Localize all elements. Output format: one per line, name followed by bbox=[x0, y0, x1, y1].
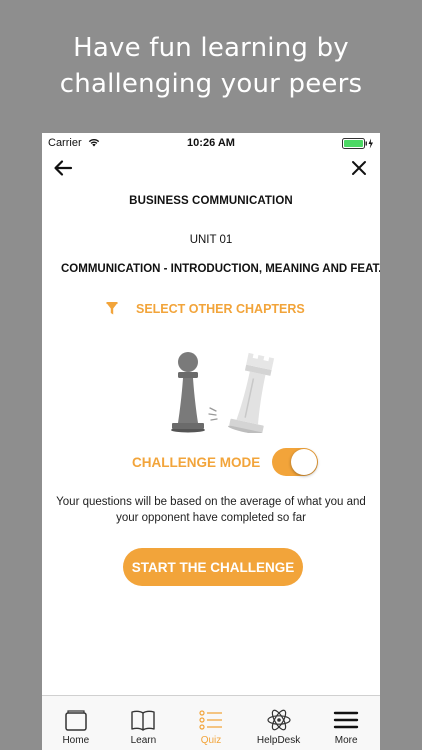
tab-bar: Home Learn Quiz HelpDesk More bbox=[42, 695, 380, 750]
tab-home[interactable]: Home bbox=[42, 696, 110, 750]
impact-lines bbox=[208, 407, 218, 421]
challenge-description: Your questions will be based on the aver… bbox=[56, 496, 366, 524]
phone-screen: Carrier 10:26 AM BUSINESS COMMUNICATION … bbox=[42, 133, 380, 750]
home-icon bbox=[65, 710, 87, 731]
chapter-title: COMMUNICATION - INTRODUCTION, MEANING AN… bbox=[61, 263, 380, 275]
challenge-mode-label: CHALLENGE MODE bbox=[132, 454, 261, 470]
start-challenge-button[interactable]: START THE CHALLENGE bbox=[123, 548, 303, 586]
tab-more-label: More bbox=[334, 735, 358, 746]
tab-quiz[interactable]: Quiz bbox=[177, 696, 245, 750]
atom-icon bbox=[266, 709, 291, 731]
close-icon[interactable] bbox=[348, 157, 370, 179]
challenge-mode-toggle[interactable] bbox=[272, 448, 319, 476]
tab-learn[interactable]: Learn bbox=[110, 696, 178, 750]
promo-headline: Have fun learning by challenging your pe… bbox=[0, 30, 422, 102]
tab-more[interactable]: More bbox=[312, 696, 380, 750]
status-bar: Carrier 10:26 AM bbox=[42, 133, 380, 153]
battery-icon bbox=[342, 138, 373, 149]
book-icon bbox=[131, 710, 156, 731]
toggle-knob bbox=[291, 449, 318, 475]
back-arrow-icon[interactable] bbox=[52, 157, 74, 179]
unit-label: UNIT 01 bbox=[189, 234, 233, 246]
chess-illustration bbox=[171, 352, 275, 433]
rook-piece bbox=[227, 352, 275, 433]
tab-helpdesk[interactable]: HelpDesk bbox=[245, 696, 313, 750]
challenge-mode-row: CHALLENGE MODE bbox=[132, 447, 319, 477]
filter-icon bbox=[106, 302, 118, 315]
course-title: BUSINESS COMMUNICATION bbox=[129, 195, 293, 207]
list-icon bbox=[199, 710, 222, 730]
select-chapters-button[interactable]: SELECT OTHER CHAPTERS bbox=[106, 299, 305, 319]
tab-learn-label: Learn bbox=[130, 735, 157, 746]
promo-line-2: challenging your peers bbox=[59, 69, 363, 99]
status-time: 10:26 AM bbox=[187, 137, 235, 149]
select-chapters-label: SELECT OTHER CHAPTERS bbox=[136, 302, 305, 316]
pawn-piece bbox=[171, 352, 205, 433]
tab-quiz-label: Quiz bbox=[200, 735, 222, 746]
tab-home-label: Home bbox=[62, 735, 90, 746]
menu-icon bbox=[333, 711, 359, 729]
tab-helpdesk-label: HelpDesk bbox=[256, 735, 301, 746]
nav-bar bbox=[42, 153, 380, 183]
promo-line-1: Have fun learning by bbox=[73, 33, 349, 63]
